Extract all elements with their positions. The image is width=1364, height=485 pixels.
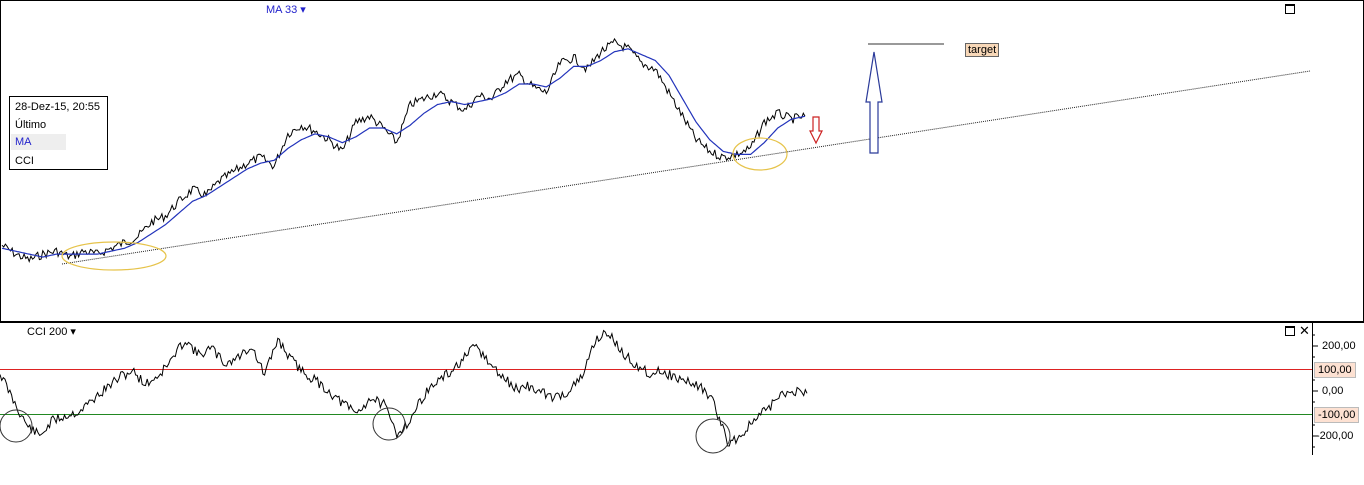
legend-date: 28-Dez-15, 20:55	[15, 101, 100, 113]
cci-series-line	[0, 329, 808, 447]
cci-indicator-dropdown[interactable]: CCI 200 ▾	[27, 325, 76, 338]
target-label: target	[965, 43, 1000, 57]
ma-series-line	[1, 48, 806, 258]
chart-canvas	[0, 0, 1364, 455]
cci-axis-label-neg200: -200,00	[1316, 430, 1354, 442]
legend-row-ma: MA	[11, 134, 66, 150]
cci-circle-3	[695, 418, 731, 454]
down-arrow-icon	[809, 116, 823, 145]
cci-axis-label-0: 0,00	[1322, 385, 1344, 397]
maximize-price-panel-icon[interactable]	[1285, 4, 1295, 14]
maximize-cci-panel-icon[interactable]	[1285, 326, 1295, 336]
ma-indicator-dropdown[interactable]: MA 33 ▾	[266, 3, 306, 16]
close-cci-panel-icon[interactable]: ✕	[1299, 324, 1310, 337]
legend-row-cci: CCI	[15, 155, 34, 167]
price-panel-frame	[0, 0, 1364, 322]
cci-axis-label-200: 200,00	[1322, 340, 1356, 352]
cci-level-label-upper: 100,00	[1314, 362, 1356, 378]
crosshair-legend: 28-Dez-15, 20:55 Último MA CCI	[9, 96, 108, 170]
price-series-line	[1, 37, 806, 264]
legend-row-last: Último	[15, 119, 47, 131]
up-arrow-icon	[865, 51, 883, 154]
cci-level-label-lower: -100,00	[1314, 407, 1360, 423]
